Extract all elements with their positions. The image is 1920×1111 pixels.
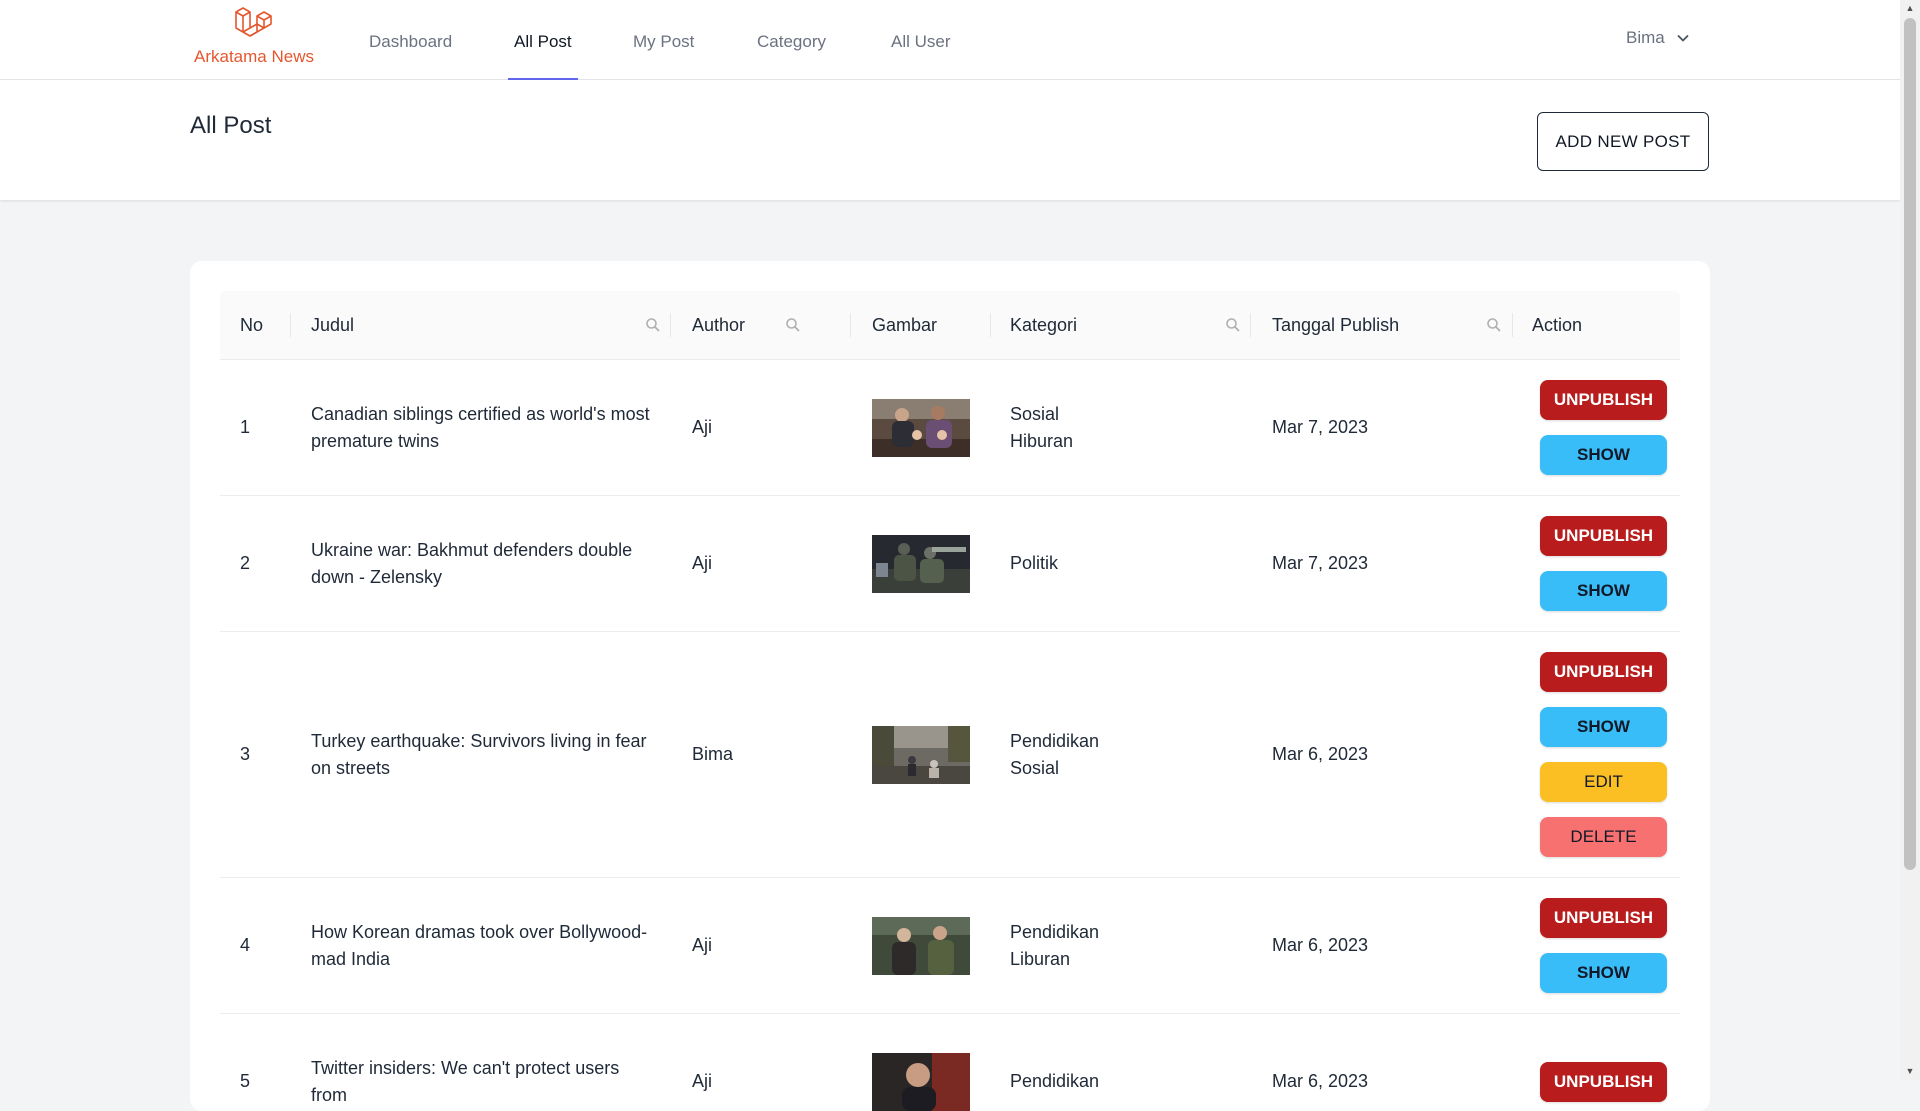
post-author: Aji xyxy=(692,553,713,573)
post-title: Twitter insiders: We can't protect users… xyxy=(311,1057,620,1105)
chevron-down-icon xyxy=(1677,34,1689,42)
post-thumbnail[interactable] xyxy=(872,1052,970,1111)
unpublish-button[interactable]: UNPUBLISH xyxy=(1540,516,1667,556)
user-menu[interactable]: Bima xyxy=(1626,28,1689,48)
category-tag: Politik xyxy=(1010,553,1059,573)
laravel-logo-icon xyxy=(235,7,272,37)
unpublish-button[interactable]: UNPUBLISH xyxy=(1540,652,1667,692)
post-author: Aji xyxy=(692,1071,713,1091)
post-thumbnail[interactable] xyxy=(872,534,970,593)
table-row: 2 Ukraine war: Bakhmut defenders double … xyxy=(220,496,1680,632)
row-actions: UNPUBLISH SHOW xyxy=(1540,878,1668,1013)
category-tag: Sosial xyxy=(1010,757,1060,778)
table-row: 3 Turkey earthquake: Survivors living in… xyxy=(220,632,1680,878)
row-actions: UNPUBLISH xyxy=(1540,1014,1668,1111)
search-icon[interactable] xyxy=(1486,317,1502,333)
col-author: Author xyxy=(692,315,746,335)
unpublish-button[interactable]: UNPUBLISH xyxy=(1540,898,1667,938)
row-number: 5 xyxy=(240,1071,251,1091)
table-header: No Judul Author Gambar Kategori Tanggal … xyxy=(220,291,1680,360)
post-title: Turkey earthquake: Survivors living in f… xyxy=(311,730,647,778)
category-list: Sosial Hiburan xyxy=(1010,401,1073,455)
post-author: Aji xyxy=(692,935,713,955)
col-divider xyxy=(670,313,671,337)
search-icon[interactable] xyxy=(785,317,801,333)
publish-date: Mar 7, 2023 xyxy=(1272,417,1369,437)
nav-category[interactable]: Category xyxy=(757,0,826,80)
show-button[interactable]: SHOW xyxy=(1540,707,1667,747)
edit-button[interactable]: EDIT xyxy=(1540,762,1667,802)
publish-date: Mar 6, 2023 xyxy=(1272,744,1369,764)
nav-dashboard[interactable]: Dashboard xyxy=(369,0,452,80)
search-icon[interactable] xyxy=(645,317,661,333)
category-tag: Pendidikan xyxy=(1010,730,1100,751)
post-thumbnail[interactable] xyxy=(872,398,970,457)
row-number: 4 xyxy=(240,935,251,955)
category-list: Politik xyxy=(1010,550,1058,577)
col-no: No xyxy=(240,315,264,335)
unpublish-button[interactable]: UNPUBLISH xyxy=(1540,1061,1667,1102)
col-tanggal-publish: Tanggal Publish xyxy=(1272,315,1400,335)
col-divider xyxy=(290,313,291,337)
nav-all-post[interactable]: All Post xyxy=(508,0,578,80)
nav-my-post[interactable]: My Post xyxy=(633,0,694,80)
col-action: Action xyxy=(1532,315,1583,335)
brand-name: Arkatama News xyxy=(194,47,314,66)
row-number: 1 xyxy=(240,417,251,437)
category-tag: Liburan xyxy=(1010,948,1071,969)
post-thumbnail[interactable] xyxy=(872,725,970,784)
delete-button[interactable]: DELETE xyxy=(1540,817,1667,857)
show-button[interactable]: SHOW xyxy=(1540,435,1667,475)
col-gambar: Gambar xyxy=(872,315,938,335)
category-list: Pendidikan Sosial xyxy=(1010,728,1099,782)
col-divider xyxy=(1250,313,1251,337)
scroll-up-arrow-icon[interactable]: ▲ xyxy=(1900,0,1920,17)
scroll-down-arrow-icon[interactable]: ▼ xyxy=(1900,1063,1920,1080)
user-name: Bima xyxy=(1626,28,1665,47)
post-title: Canadian siblings certified as world's m… xyxy=(311,403,650,451)
brand[interactable]: Arkatama News xyxy=(190,6,318,67)
search-icon[interactable] xyxy=(1225,317,1241,333)
post-title: How Korean dramas took over Bollywood-ma… xyxy=(311,921,648,969)
post-author: Aji xyxy=(692,417,713,437)
posts-card: No Judul Author Gambar Kategori Tanggal … xyxy=(190,261,1710,1111)
add-new-post-button[interactable]: ADD NEW POST xyxy=(1537,112,1709,171)
col-kategori: Kategori xyxy=(1010,315,1078,335)
category-list: Pendidikan xyxy=(1010,1068,1099,1095)
row-number: 2 xyxy=(240,553,251,573)
show-button[interactable]: SHOW xyxy=(1540,953,1667,993)
post-thumbnail[interactable] xyxy=(872,916,970,975)
category-tag: Hiburan xyxy=(1010,430,1074,451)
scrollbar-thumb[interactable] xyxy=(1904,18,1916,870)
category-tag: Sosial xyxy=(1010,403,1060,424)
page-header: All Post ADD NEW POST xyxy=(0,80,1900,200)
row-actions: UNPUBLISH SHOW xyxy=(1540,496,1668,631)
category-list: Pendidikan Liburan xyxy=(1010,919,1099,973)
row-actions: UNPUBLISH SHOW xyxy=(1540,360,1668,495)
table-row: 5 Twitter insiders: We can't protect use… xyxy=(220,1014,1680,1111)
show-button[interactable]: SHOW xyxy=(1540,571,1667,611)
post-author: Bima xyxy=(692,744,734,764)
col-divider xyxy=(1512,313,1513,337)
col-judul: Judul xyxy=(311,315,355,335)
post-title: Ukraine war: Bakhmut defenders double do… xyxy=(311,539,633,587)
page-title: All Post xyxy=(190,112,272,139)
table-row: 1 Canadian siblings certified as world's… xyxy=(220,360,1680,496)
posts-table: No Judul Author Gambar Kategori Tanggal … xyxy=(220,291,1680,1111)
col-divider xyxy=(990,313,991,337)
category-tag: Pendidikan xyxy=(1010,1071,1100,1091)
row-actions: UNPUBLISH SHOW EDIT DELETE xyxy=(1540,632,1668,877)
vertical-scrollbar[interactable]: ▲ ▼ xyxy=(1900,0,1920,1080)
unpublish-button[interactable]: UNPUBLISH xyxy=(1540,380,1667,420)
category-tag: Pendidikan xyxy=(1010,921,1100,942)
nav-all-user[interactable]: All User xyxy=(891,0,951,80)
col-divider xyxy=(850,313,851,337)
publish-date: Mar 6, 2023 xyxy=(1272,1071,1369,1091)
publish-date: Mar 7, 2023 xyxy=(1272,553,1369,573)
row-number: 3 xyxy=(240,744,251,764)
table-row: 4 How Korean dramas took over Bollywood-… xyxy=(220,878,1680,1014)
publish-date: Mar 6, 2023 xyxy=(1272,935,1369,955)
top-navbar: Arkatama News Dashboard All Post My Post… xyxy=(0,0,1900,80)
